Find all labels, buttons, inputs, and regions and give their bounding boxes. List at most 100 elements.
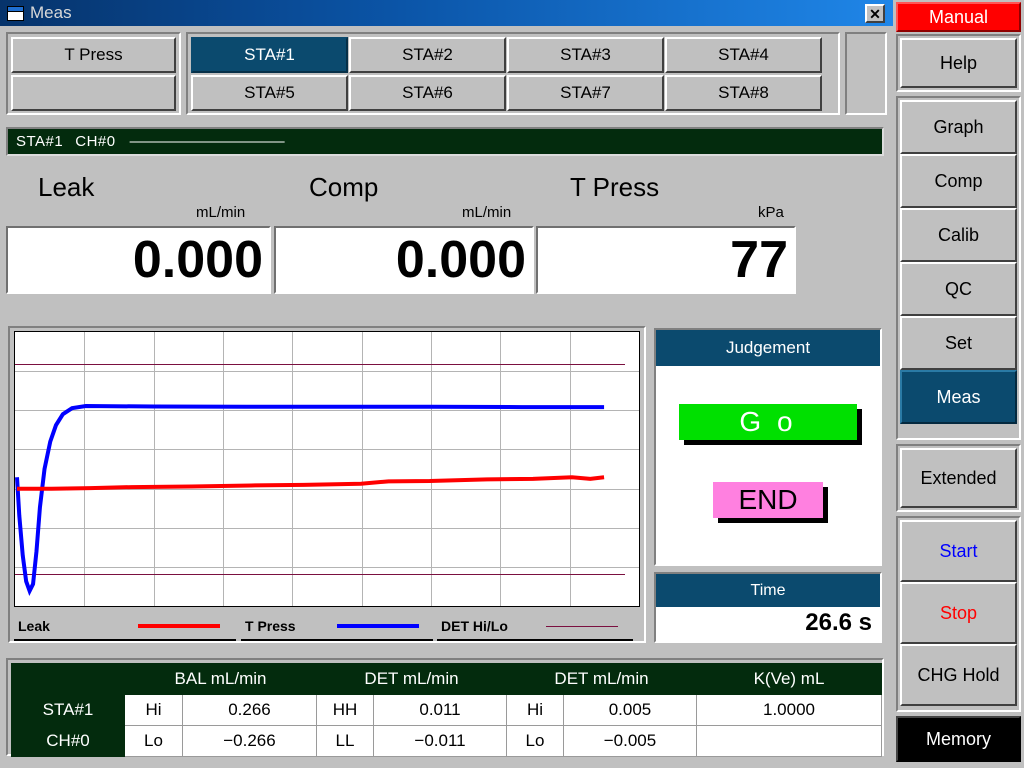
sidebar-item-comp[interactable]: Comp	[900, 154, 1017, 208]
table-row1-det1-key: LL	[316, 725, 374, 757]
readout-panel: Leak mL/min 0.000 Comp mL/min 0.000 T Pr…	[6, 162, 884, 317]
table-header-det1: DET mL/min	[316, 663, 507, 695]
table-header-blank	[11, 663, 125, 695]
mode-indicator-manual[interactable]: Manual	[896, 2, 1021, 32]
readout-comp-label: Comp	[309, 172, 379, 202]
readout-tpress-value-box: 77	[536, 226, 796, 294]
table-row0-det1-key: HH	[316, 694, 374, 726]
tab-blank[interactable]	[11, 75, 176, 111]
judgement-state-badge: END	[713, 482, 823, 518]
time-panel: Time 26.6 s	[654, 572, 882, 643]
table-row0-det2-key: Hi	[506, 694, 564, 726]
readout-comp-value-box: 0.000	[274, 226, 534, 294]
title-bar: Meas ✕	[0, 0, 893, 26]
legend-label-det: DET Hi/Lo	[441, 618, 508, 634]
table-row: STA#1 Hi 0.266 HH 0.011 Hi 0.005 1.0000	[11, 694, 882, 726]
readout-leak-label: Leak	[38, 172, 95, 202]
chart-svg	[15, 332, 639, 606]
right-sidebar: Manual Help Graph Comp Calib QC Set Meas…	[893, 0, 1024, 768]
tab-sta-6[interactable]: STA#6	[349, 75, 506, 111]
tab-sta-4[interactable]: STA#4	[665, 37, 822, 73]
table-row0-name: STA#1	[11, 694, 125, 726]
tab-group-spacer	[845, 32, 887, 115]
readout-comp: Comp mL/min 0.000	[274, 162, 536, 317]
tab-sta-5[interactable]: STA#5	[191, 75, 348, 111]
table-header-det2: DET mL/min	[506, 663, 697, 695]
table-row0-det1-val: 0.011	[373, 694, 507, 726]
table-row0-det2-val: 0.005	[563, 694, 697, 726]
limits-table: BAL mL/min DET mL/min DET mL/min K(Ve) m…	[11, 663, 882, 757]
application-root: Meas ✕ T Press STA#1 STA#2 STA#3 STA#4 S…	[0, 0, 1024, 768]
readout-comp-value: 0.000	[395, 231, 526, 289]
tab-sta-1[interactable]: STA#1	[191, 37, 348, 73]
judgement-panel: Judgement G o END	[654, 328, 882, 566]
tab-group-left: T Press	[6, 32, 181, 115]
sidebar-item-graph[interactable]: Graph	[900, 100, 1017, 154]
status-bar: STA#1 CH#0 ———————————	[6, 127, 884, 156]
measurement-chart[interactable]	[14, 331, 640, 607]
legend-item-tpress: T Press	[241, 618, 437, 641]
window-title: Meas	[30, 3, 72, 22]
table-row0-bal-val: 0.266	[182, 694, 317, 726]
status-dashes: ———————————	[129, 133, 285, 150]
legend-item-det: DET Hi/Lo	[437, 618, 637, 641]
table-header-bal: BAL mL/min	[124, 663, 317, 695]
tab-sta-3[interactable]: STA#3	[507, 37, 664, 73]
tab-sta-2[interactable]: STA#2	[349, 37, 506, 73]
time-value: 26.6 s	[805, 609, 872, 636]
limits-table-panel: BAL mL/min DET mL/min DET mL/min K(Ve) m…	[6, 658, 884, 757]
window-icon	[7, 5, 24, 21]
graph-panel: Leak T Press DET Hi/Lo	[8, 326, 646, 643]
sidebar-item-set[interactable]: Set	[900, 316, 1017, 370]
legend-label-tpress: T Press	[245, 618, 296, 634]
readout-tpress: T Press kPa 77	[536, 162, 798, 317]
tab-group-stations: STA#1 STA#2 STA#3 STA#4 STA#5 STA#6 STA#…	[186, 32, 840, 115]
table-row1-bal-val: −0.266	[182, 725, 317, 757]
time-header: Time	[656, 574, 880, 607]
readout-comp-unit: mL/min	[462, 204, 512, 221]
table-row1-det1-val: −0.011	[373, 725, 507, 757]
table-row1-bal-key: Lo	[124, 725, 183, 757]
table-row0-bal-key: Hi	[124, 694, 183, 726]
table-row1-det2-key: Lo	[506, 725, 564, 757]
status-channel: CH#0	[75, 133, 116, 150]
table-row1-name: CH#0	[11, 725, 125, 757]
start-button[interactable]: Start	[900, 520, 1017, 582]
table-row1-kve	[696, 725, 882, 757]
sidebar-item-calib[interactable]: Calib	[900, 208, 1017, 262]
close-icon[interactable]: ✕	[865, 4, 885, 23]
readout-leak-value-box: 0.000	[6, 226, 271, 294]
readout-leak-value: 0.000	[132, 231, 263, 289]
sidebar-item-help[interactable]: Help	[900, 38, 1017, 88]
judgement-header: Judgement	[656, 330, 880, 366]
judgement-result-badge: G o	[679, 404, 857, 440]
sidebar-item-meas[interactable]: Meas	[900, 370, 1017, 424]
table-header-row: BAL mL/min DET mL/min DET mL/min K(Ve) m…	[11, 663, 882, 695]
status-station: STA#1	[16, 133, 64, 150]
table-header-kve: K(Ve) mL	[696, 663, 882, 695]
meas-window: Meas ✕ T Press STA#1 STA#2 STA#3 STA#4 S…	[0, 0, 893, 768]
tab-t-press[interactable]: T Press	[11, 37, 176, 73]
table-row: CH#0 Lo −0.266 LL −0.011 Lo −0.005	[11, 725, 882, 757]
legend-label-leak: Leak	[18, 618, 50, 634]
sidebar-item-qc[interactable]: QC	[900, 262, 1017, 316]
tab-sta-8[interactable]: STA#8	[665, 75, 822, 111]
readout-leak-unit: mL/min	[196, 204, 246, 221]
stop-button[interactable]: Stop	[900, 582, 1017, 644]
readout-leak: Leak mL/min 0.000	[6, 162, 274, 317]
chg-hold-button[interactable]: CHG Hold	[900, 644, 1017, 706]
table-row0-kve: 1.0000	[696, 694, 882, 726]
tab-sta-7[interactable]: STA#7	[507, 75, 664, 111]
chart-legend: Leak T Press DET Hi/Lo	[14, 613, 640, 641]
tab-zone: T Press STA#1 STA#2 STA#3 STA#4 STA#5 ST…	[4, 30, 889, 120]
sidebar-item-extended[interactable]: Extended	[900, 448, 1017, 508]
legend-item-leak: Leak	[14, 618, 241, 641]
table-row1-det2-val: −0.005	[563, 725, 697, 757]
readout-tpress-label: T Press	[570, 172, 660, 202]
readout-tpress-value: 77	[730, 231, 788, 289]
legend-swatch-tpress	[337, 624, 419, 628]
memory-button[interactable]: Memory	[896, 716, 1021, 762]
readout-tpress-unit: kPa	[758, 204, 784, 221]
legend-swatch-det	[546, 625, 618, 627]
legend-swatch-leak	[138, 624, 220, 628]
